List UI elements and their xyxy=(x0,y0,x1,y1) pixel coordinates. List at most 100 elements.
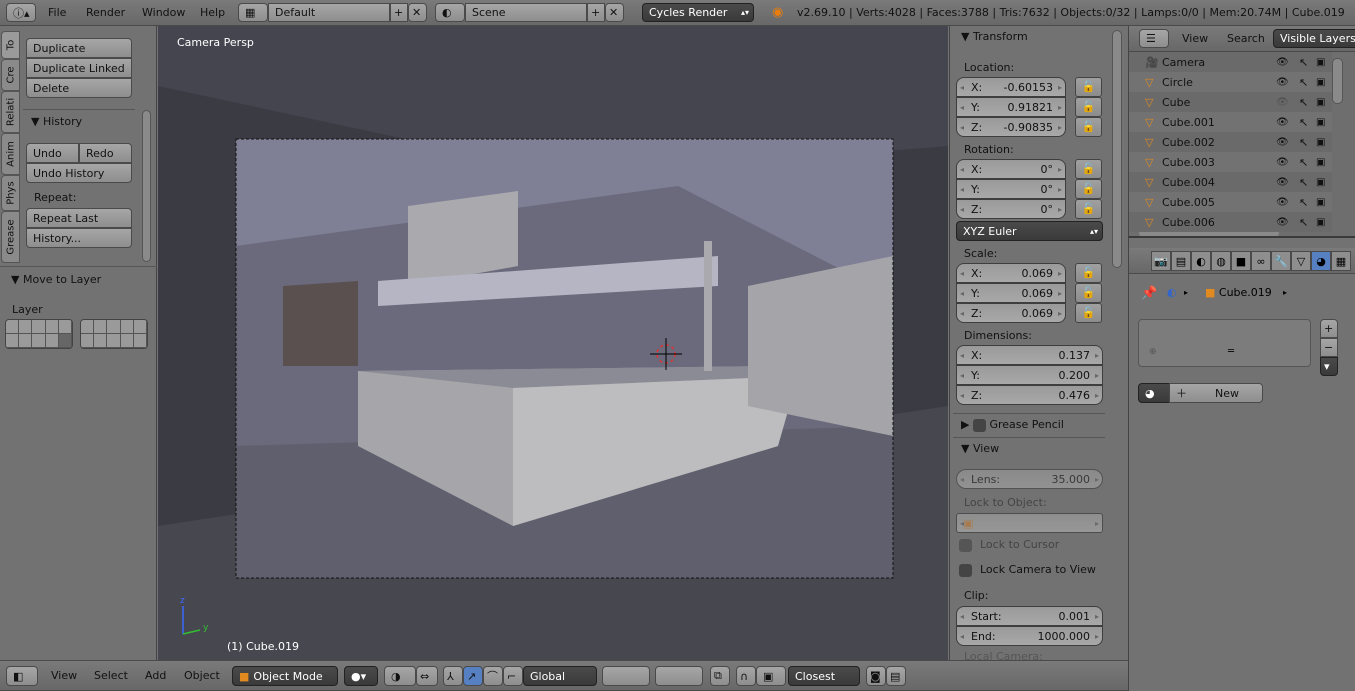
properties-tab-texture[interactable]: ▦ xyxy=(1331,251,1351,271)
screen-layout-selector[interactable]: ▦ xyxy=(238,3,268,22)
sidebar-scrollbar[interactable] xyxy=(1112,30,1122,268)
manipulator-scale-button[interactable]: ⌒ xyxy=(483,666,503,686)
layer-button[interactable] xyxy=(81,320,95,334)
eye-icon[interactable]: 👁 xyxy=(1276,57,1289,68)
layer-button[interactable] xyxy=(133,320,147,334)
rotation-z-field[interactable]: Z: 0° xyxy=(956,199,1066,219)
lock-camera-layers-button[interactable]: ⧉ xyxy=(710,666,730,686)
render-animation-button[interactable]: ▤ xyxy=(886,666,906,686)
layer-button[interactable] xyxy=(45,334,59,348)
outliner-item[interactable]: ▽ Cube.004 👁 ↖ ▣ xyxy=(1129,172,1332,192)
lock-icon[interactable]: 🔓 xyxy=(1075,97,1102,117)
scene-layers-right[interactable] xyxy=(655,666,703,686)
render-engine-dropdown[interactable]: Cycles Render ▴▾ xyxy=(642,3,754,22)
rotation-y-field[interactable]: Y: 0° xyxy=(956,179,1066,199)
cursor-select-icon[interactable]: ↖ xyxy=(1299,76,1308,89)
mode-dropdown[interactable]: ■ Object Mode xyxy=(232,666,338,686)
viewport-shading-dropdown[interactable]: ●▾ xyxy=(344,666,378,686)
location-z-field[interactable]: Z: -0.90835 xyxy=(956,117,1066,137)
layer-grid-right[interactable] xyxy=(80,319,148,349)
outliner-item[interactable]: ▽ Cube.003 👁 ↖ ▣ xyxy=(1129,152,1332,172)
scale-x-field[interactable]: X: 0.069 xyxy=(956,263,1066,283)
outliner-item[interactable]: ▽ Cube.001 👁 ↖ ▣ xyxy=(1129,112,1332,132)
snap-element-dropdown[interactable]: ▣ xyxy=(756,666,786,686)
render-camera-icon[interactable]: ▣ xyxy=(1316,57,1325,68)
layer-button[interactable] xyxy=(32,334,46,348)
grease-pencil-panel-header[interactable]: ▶ Grease Pencil xyxy=(961,418,1064,432)
move-to-layer-header[interactable]: ▼ Move to Layer xyxy=(11,273,101,286)
lock-icon[interactable]: 🔓 xyxy=(1075,263,1102,283)
history-button[interactable]: History... xyxy=(26,228,132,248)
outliner-scrollbar[interactable] xyxy=(1332,58,1343,104)
material-slots-list[interactable]: ⊕ ═ xyxy=(1138,319,1311,367)
remove-material-slot-button[interactable]: − xyxy=(1320,338,1338,357)
render-camera-icon[interactable]: ▣ xyxy=(1316,217,1325,228)
cursor-select-icon[interactable]: ↖ xyxy=(1299,116,1308,129)
snap-toggle[interactable]: ∩ xyxy=(736,666,756,686)
history-panel-header[interactable]: ▼ History xyxy=(31,115,82,128)
eye-icon[interactable]: 👁 xyxy=(1276,197,1289,208)
render-opengl-button[interactable]: ◙ xyxy=(866,666,886,686)
cursor-select-icon[interactable]: ↖ xyxy=(1299,176,1308,189)
render-camera-icon[interactable]: ▣ xyxy=(1316,77,1325,88)
layer-button[interactable] xyxy=(133,334,147,348)
lock-icon[interactable]: 🔓 xyxy=(1075,159,1102,179)
render-camera-icon[interactable]: ▣ xyxy=(1316,157,1325,168)
manipulator-translate-button[interactable]: ⅄ xyxy=(443,666,463,686)
eye-icon[interactable]: 👁 xyxy=(1276,117,1289,128)
outliner-item[interactable]: ▽ Cube.002 👁 ↖ ▣ xyxy=(1129,132,1332,152)
menu-help[interactable]: Help xyxy=(200,6,225,19)
manipulator-rotate-button[interactable]: ↗ xyxy=(463,666,483,686)
tab-grease-pencil[interactable]: Grease xyxy=(1,211,20,263)
cursor-select-icon[interactable]: ↖ xyxy=(1299,136,1308,149)
pivot-point-dropdown[interactable]: ◑ xyxy=(384,666,416,686)
menu-select[interactable]: Select xyxy=(94,669,128,682)
clip-end-field[interactable]: End: 1000.000 xyxy=(956,626,1103,646)
layer-button[interactable] xyxy=(45,320,59,334)
transform-orientation-dropdown[interactable]: Global xyxy=(523,666,597,686)
3d-viewport[interactable]: Camera Persp z y (1) Cube.019 xyxy=(158,26,948,660)
rotation-x-field[interactable]: X: 0° xyxy=(956,159,1066,179)
scene-selector[interactable]: ◐ xyxy=(435,3,465,22)
add-layout-button[interactable]: + xyxy=(390,3,408,22)
outliner-item[interactable]: ▽ Cube.006 👁 ↖ ▣ xyxy=(1129,212,1332,232)
menu-add[interactable]: Add xyxy=(145,669,166,682)
material-specials-button[interactable]: ▾ xyxy=(1320,357,1338,376)
lock-icon[interactable]: 🔓 xyxy=(1075,179,1102,199)
duplicate-linked-button[interactable]: Duplicate Linked xyxy=(26,58,132,78)
manipulator-toggle[interactable]: ⇔ xyxy=(416,666,438,686)
eye-icon[interactable]: 👁 xyxy=(1276,97,1289,108)
cursor-select-icon[interactable]: ↖ xyxy=(1299,96,1308,109)
repeat-last-button[interactable]: Repeat Last xyxy=(26,208,132,228)
cursor-select-icon[interactable]: ↖ xyxy=(1299,196,1308,209)
outliner-item[interactable]: ▽ Cube 👁 ↖ ▣ xyxy=(1129,92,1332,112)
outliner-item[interactable]: ▽ Cube.005 👁 ↖ ▣ xyxy=(1129,192,1332,212)
properties-tab-modifiers[interactable]: 🔧 xyxy=(1271,251,1291,271)
tab-animation[interactable]: Anim xyxy=(1,133,20,175)
scale-y-field[interactable]: Y: 0.069 xyxy=(956,283,1066,303)
properties-tab-material[interactable]: ◕ xyxy=(1311,251,1331,271)
layer-grid-left[interactable] xyxy=(5,319,73,349)
outliner-item[interactable]: 🎥 Camera 👁 ↖ ▣ xyxy=(1129,52,1332,72)
cursor-select-icon[interactable]: ↖ xyxy=(1299,216,1308,229)
layer-button[interactable] xyxy=(58,334,72,348)
properties-tab-object[interactable]: ■ xyxy=(1231,251,1251,271)
scene-field[interactable]: Scene xyxy=(465,3,587,22)
lock-icon[interactable]: 🔓 xyxy=(1075,117,1102,137)
lock-camera-to-view-checkbox[interactable]: Lock Camera to View xyxy=(959,563,1096,577)
outliner-menu-view[interactable]: View xyxy=(1182,32,1208,45)
delete-layout-button[interactable]: ✕ xyxy=(408,3,427,22)
undo-history-button[interactable]: Undo History xyxy=(26,163,132,183)
pin-icon[interactable]: 📌 xyxy=(1141,286,1157,301)
layer-button[interactable] xyxy=(19,320,33,334)
eye-icon[interactable]: 👁 xyxy=(1276,177,1289,188)
lens-field[interactable]: Lens: 35.000 xyxy=(956,469,1103,489)
properties-tab-data[interactable]: ▽ xyxy=(1291,251,1311,271)
outliner-item[interactable]: ▽ Circle 👁 ↖ ▣ xyxy=(1129,72,1332,92)
layer-button[interactable] xyxy=(81,334,95,348)
dimensions-x-field[interactable]: X: 0.137 xyxy=(956,345,1103,365)
tab-tools[interactable]: To xyxy=(1,31,20,59)
3d-view-editor-type-button[interactable]: ◧ xyxy=(6,666,38,686)
layer-button[interactable] xyxy=(120,334,134,348)
layer-button[interactable] xyxy=(107,320,121,334)
